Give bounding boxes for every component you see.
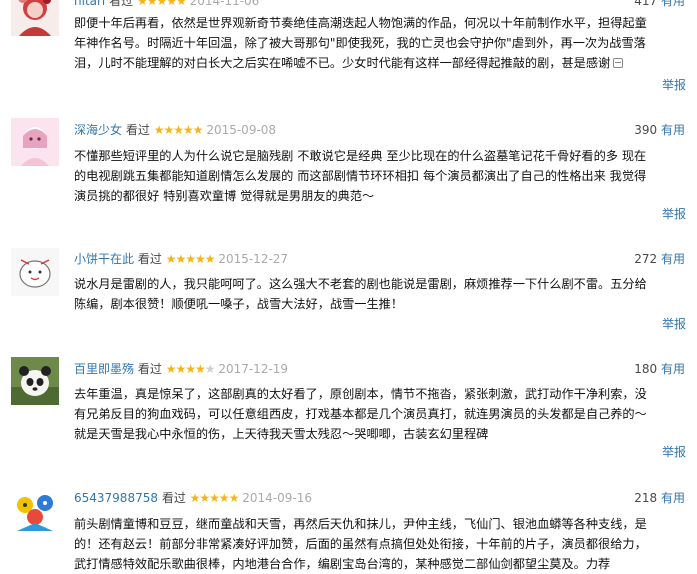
review-line: 前头剧情童博和豆豆，继而童战和天雪，再然后天仇和抹儿，尹仲主线，飞仙门、银池血蟒… — [74, 517, 647, 531]
expand-icon[interactable] — [613, 58, 624, 68]
avatar[interactable] — [11, 357, 59, 405]
review-line: 说水月是雷剧的人，我只能呵呵了。这么强大不老套的剧也能说是雷剧，麻烦推荐一下什么… — [74, 277, 647, 291]
useful-number: 417 — [634, 0, 658, 8]
watch-status: 看过 — [125, 123, 150, 137]
avatar[interactable] — [11, 248, 59, 296]
useful-count: 272 有用 — [634, 251, 685, 267]
review-line: 就是天雪是我心中永恒的伤，上天待我天雪太残忍～哭唧唧，古装玄幻里程碑 — [74, 427, 489, 441]
useful-number: 218 — [634, 491, 658, 505]
watch-status: 看过 — [137, 252, 162, 266]
review-content: 去年重温，真是惊呆了，这部剧真的太好看了，原创剧本，情节不拖沓，紧张刺激，武打动… — [74, 384, 688, 444]
review-line: 陈编，剧本很赞！顺便吼一嗓子，战雪大法好，战雪一生推！ — [74, 297, 404, 311]
review-meta: 65437988758 看过 ★★★★★ 2014-09-16 — [74, 490, 312, 506]
useful-button[interactable]: 有用 — [661, 252, 685, 266]
useful-count: 180 有用 — [634, 361, 685, 377]
useful-number: 390 — [634, 123, 658, 137]
review-meta: hitari 看过 ★★★★★ 2014-11-06 — [74, 0, 259, 9]
review-line: 不懂那些短评里的人为什么说它是脑残剧 不敢说它是经典 至少比现在的什么盗墓笔记花… — [74, 149, 647, 163]
review-date: 2014-11-06 — [189, 0, 260, 8]
review-date: 2015-09-08 — [206, 123, 277, 137]
review-line: 泪，儿时不能理解的对白长大之后实在唏嘘不已。少女时代能有这样一部经得起推敲的剧，… — [74, 53, 688, 73]
review-meta: 深海少女 看过 ★★★★★ 2015-09-08 — [74, 122, 276, 138]
username-link[interactable]: hitari — [74, 0, 105, 8]
review-line: 武打情感特效配乐歌曲很棒，内地港台合作，编剧宝岛台湾的，某种感觉二部仙剑都望尘莫… — [74, 557, 611, 571]
review-date: 2014-09-16 — [242, 491, 313, 505]
review-content: 前头剧情童博和豆豆，继而童战和天雪，再然后天仇和抹儿，尹仲主线，飞仙门、银池血蟒… — [74, 514, 688, 574]
report-link[interactable]: 举报 — [662, 444, 686, 460]
review-line: 演员挑的都很好 特别喜欢童博 觉得就是男朋友的典范～ — [74, 189, 375, 203]
rating-stars: ★★★★★ — [165, 362, 216, 376]
review-line: 的电视剧跳五集都能知道剧情怎么发展的 而这部剧情节环环相扣 每个演员都演出了自己… — [74, 169, 647, 183]
review-line: 年神作名号。时隔近十年回温，除了被大哥那句"即使我死，我的亡灵也会守护你"虐到外… — [74, 36, 646, 50]
username-link[interactable]: 深海少女 — [74, 123, 122, 137]
watch-status: 看过 — [137, 362, 162, 376]
report-link[interactable]: 举报 — [662, 77, 686, 93]
review-content: 即便十年后再看，依然是世界观新奇节奏绝佳高潮迭起人物饱满的作品，何况以十年前制作… — [74, 13, 688, 73]
review-content: 不懂那些短评里的人为什么说它是脑残剧 不敢说它是经典 至少比现在的什么盗墓笔记花… — [74, 146, 688, 206]
useful-button[interactable]: 有用 — [661, 123, 685, 137]
useful-button[interactable]: 有用 — [661, 0, 685, 8]
useful-button[interactable]: 有用 — [661, 491, 685, 505]
username-link[interactable]: 百里即墨殇 — [74, 362, 134, 376]
avatar[interactable] — [11, 118, 59, 166]
username-link[interactable]: 65437988758 — [74, 491, 158, 505]
review-line: 去年重温，真是惊呆了，这部剧真的太好看了，原创剧本，情节不拖沓，紧张刺激，武打动… — [74, 387, 647, 401]
review-date: 2017-12-19 — [218, 362, 289, 376]
rating-stars: ★★★★★ — [165, 252, 216, 266]
review-meta: 百里即墨殇 看过 ★★★★★ 2017-12-19 — [74, 361, 288, 377]
useful-number: 272 — [634, 252, 658, 266]
username-link[interactable]: 小饼干在此 — [74, 252, 134, 266]
useful-count: 218 有用 — [634, 490, 685, 506]
useful-count: 417 有用 — [634, 0, 685, 9]
report-link[interactable]: 举报 — [662, 316, 686, 332]
useful-button[interactable]: 有用 — [661, 362, 685, 376]
useful-number: 180 — [634, 362, 658, 376]
review-meta: 小饼干在此 看过 ★★★★★ 2015-12-27 — [74, 251, 288, 267]
watch-status: 看过 — [109, 0, 134, 8]
avatar[interactable] — [11, 0, 59, 36]
review-line: 即便十年后再看，依然是世界观新奇节奏绝佳高潮迭起人物饱满的作品，何况以十年前制作… — [74, 16, 647, 30]
review-date: 2015-12-27 — [218, 252, 289, 266]
review-line: 有兄弟反目的狗血戏码，可以任意组西皮，打戏基本都是几个演员真打，就连男演员的头发… — [74, 407, 647, 421]
review-line: 的！还有赵云！前部分非常紧凑好评加赞，后面的虽然有点搞但处处衔接，十年前的片子，… — [74, 537, 647, 551]
review-content: 说水月是雷剧的人，我只能呵呵了。这么强大不老套的剧也能说是雷剧，麻烦推荐一下什么… — [74, 274, 688, 314]
avatar[interactable] — [11, 487, 59, 535]
rating-stars: ★★★★★ — [153, 123, 204, 137]
watch-status: 看过 — [161, 491, 186, 505]
useful-count: 390 有用 — [634, 122, 685, 138]
rating-stars: ★★★★★ — [189, 491, 240, 505]
rating-stars: ★★★★★ — [136, 0, 187, 8]
report-link[interactable]: 举报 — [662, 206, 686, 222]
